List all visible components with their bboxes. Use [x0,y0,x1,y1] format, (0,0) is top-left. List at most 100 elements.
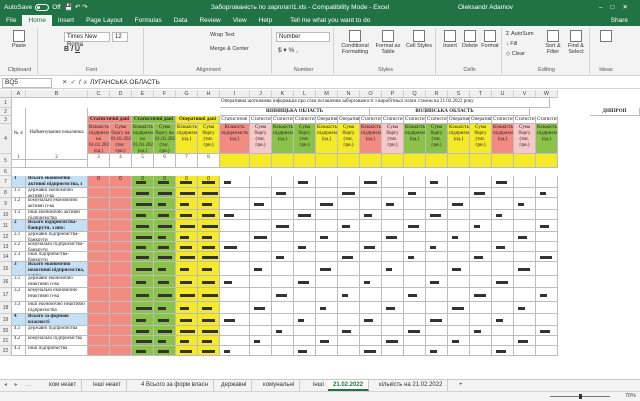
data-cell[interactable] [448,210,470,220]
cell-styles-button[interactable]: Cell Styles [404,30,434,49]
header-name[interactable]: Найменування показника [26,108,88,160]
data-cell[interactable] [316,242,338,252]
data-cell[interactable] [338,314,360,326]
data-cell[interactable] [250,210,272,220]
data-cell[interactable] [382,210,404,220]
data-cell[interactable] [110,252,132,262]
row-header[interactable]: 14 [0,252,12,262]
header-number[interactable]: № з/п [12,108,26,160]
quick-access-toolbar[interactable]: 💾↶↷ [65,3,90,11]
worksheet-grid[interactable]: A B C D E F G H I J K L M N O P Q R S T U V W 1 2 3 4 5 6 Оперативна … [0,90,640,379]
format-as-table-button[interactable]: Format as Table [372,30,404,55]
row-header[interactable]: 13 [0,242,12,252]
data-cell[interactable] [220,336,250,346]
conditional-formatting-button[interactable]: Conditional Formatting [338,30,372,55]
row-header[interactable]: 7 [0,176,12,188]
data-cell[interactable] [492,336,514,346]
region-stat-header[interactable]: Статистичні дані [382,116,404,124]
data-cell[interactable] [492,288,514,302]
share-button[interactable]: Share [605,17,634,26]
data-cell[interactable] [88,252,110,262]
data-cell[interactable] [316,252,338,262]
data-cell[interactable] [220,252,250,262]
region-dnipro[interactable]: ДНІПРОП [590,108,640,116]
row-label[interactable]: державні економічно активні п-ва [26,188,88,198]
data-cell[interactable] [110,346,132,356]
row-label[interactable]: інші економічно неактивні підприємства [26,302,88,314]
row-label[interactable]: комунальні економічно активні п-ва [26,198,88,210]
data-cell[interactable] [448,242,470,252]
data-cell[interactable] [448,288,470,302]
data-cell[interactable] [110,276,132,288]
data-cell[interactable] [360,288,382,302]
data-cell[interactable] [272,198,294,210]
data-cell[interactable] [338,262,360,276]
row-header[interactable]: 16 [0,276,12,288]
data-cell[interactable] [110,302,132,314]
sheet-title[interactable]: Оперативна щотижнева інформація про стан… [220,98,550,108]
data-cell[interactable] [88,288,110,302]
data-cell[interactable] [470,346,492,356]
data-cell[interactable] [404,262,426,276]
region-stat-header[interactable]: Оперативні дані [316,116,338,124]
data-cell[interactable] [88,188,110,198]
region-number-strip[interactable] [294,154,316,168]
data-cell[interactable] [316,346,338,356]
column-header[interactable]: L [294,90,316,98]
tab-home[interactable]: Home [22,15,52,26]
data-cell[interactable] [316,288,338,302]
header-oper[interactable]: Оперативні дані [176,116,220,124]
data-cell[interactable] [220,302,250,314]
merge-center-button[interactable]: Merge & Center [210,46,249,52]
region-number-strip[interactable] [448,154,470,168]
data-cell[interactable] [110,288,132,302]
column-header[interactable]: C [88,90,110,98]
column-number[interactable]: 8 [198,154,220,168]
row-number[interactable]: 3.3 [12,302,26,314]
row-number[interactable]: 4.2 [12,336,26,346]
column-header[interactable]: Q [404,90,426,98]
region-number-strip[interactable] [316,154,338,168]
data-cell[interactable] [88,198,110,210]
data-cell[interactable] [536,198,558,210]
data-cell[interactable] [514,346,536,356]
data-cell[interactable] [426,336,448,346]
data-cell[interactable] [220,262,250,276]
row-header[interactable]: 18 [0,302,12,314]
data-cell[interactable] [514,176,536,188]
column-header[interactable]: K [272,90,294,98]
row-label[interactable]: комунальні підприємства [26,336,88,346]
tab-insert[interactable]: Insert [52,17,80,26]
data-cell[interactable] [250,242,272,252]
row-number[interactable]: 1.1 [12,188,26,198]
region-number-strip[interactable] [250,154,272,168]
data-cell[interactable] [220,232,250,242]
data-cell[interactable] [316,220,338,232]
region-number-strip[interactable] [426,154,448,168]
autosum-button[interactable]: Σ AutoSum [506,31,534,37]
sheet-tab-kilkist[interactable]: кількість на 21.02.2022 [374,380,449,391]
data-cell[interactable] [536,262,558,276]
data-cell[interactable] [470,232,492,242]
currency-button[interactable]: $ ▾ % , [278,46,298,54]
column-number[interactable]: 1 [12,154,26,168]
data-cell[interactable]: 0 [88,176,110,188]
data-cell[interactable] [250,288,272,302]
data-cell[interactable] [338,232,360,242]
region-subcolumn[interactable]: Кількість підприємств (од.) [448,124,470,154]
region-stat-header[interactable]: Статистичні дані [220,116,250,124]
data-cell[interactable] [426,288,448,302]
data-cell[interactable] [426,198,448,210]
column-header[interactable]: J [250,90,272,98]
region-subcolumn[interactable]: Сума боргу (тис. грн.) [470,124,492,154]
data-cell[interactable] [448,220,470,232]
region-stat-header[interactable]: Статистичні дані [272,116,294,124]
row-label[interactable]: Всього за формою власності [26,314,88,326]
data-cell[interactable] [426,326,448,336]
font-name-select[interactable]: Times New Roma [64,32,110,48]
ideas-button[interactable] [594,30,618,43]
column-header[interactable]: O [360,90,382,98]
header-stat-2021[interactable]: Статистичні дані [88,116,132,124]
sheet-tab-komunalni[interactable]: комунальні [258,380,301,391]
tab-page-layout[interactable]: Page Layout [80,17,129,26]
